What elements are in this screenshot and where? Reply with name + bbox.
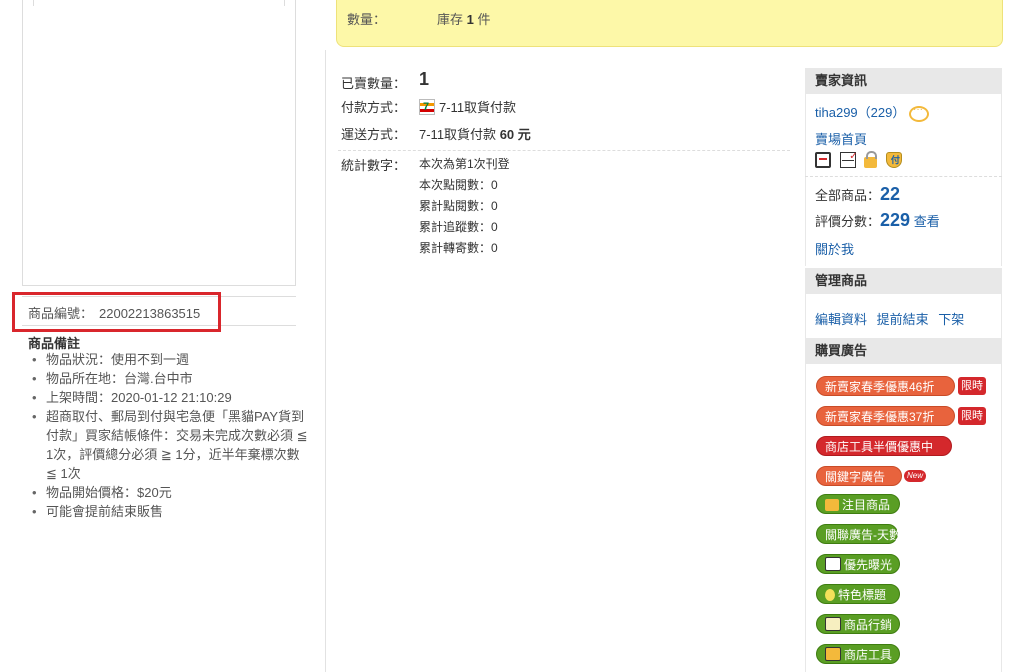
seller-badges: ✓ 付 xyxy=(815,151,907,169)
ad-button-keyword[interactable]: 關鍵字廣告 xyxy=(816,466,902,486)
shipping-value-wrap: 7-11取貨付款 60 元 xyxy=(419,124,531,143)
payment-value-wrap: 7 7-11取貨付款 xyxy=(419,97,516,116)
shield-icon[interactable]: 付 xyxy=(885,151,902,168)
total-items-row: 全部商品：22 xyxy=(815,184,900,205)
stats-item: 累計點閱數：0 xyxy=(419,199,498,213)
score-label: 評價分數： xyxy=(815,214,881,229)
new-tag: New xyxy=(904,470,927,482)
ad-button-label: 注目商品 xyxy=(842,498,891,512)
quantity-label: 數量： xyxy=(347,12,387,27)
divider xyxy=(805,176,1002,177)
end-early-link[interactable]: 提前結束 xyxy=(877,312,929,327)
seller-rating[interactable]: （229） xyxy=(858,105,906,120)
toolbox-icon xyxy=(825,647,841,661)
payment-label: 付款方式： xyxy=(341,100,407,115)
product-notes-list: 物品狀況：使用不到一週 物品所在地：台灣.台中市 上架時間：2020-01-12… xyxy=(30,350,308,521)
shipping-value: 7-11取貨付款 xyxy=(419,127,497,142)
sold-label: 已賣數量： xyxy=(341,76,407,91)
stats-item: 本次為第1次刊登 xyxy=(419,157,510,171)
ad-button-label: 優先曝光 xyxy=(844,558,893,572)
ad-button-related-days[interactable]: 關聯廣告-天數 xyxy=(816,524,901,544)
total-items-label: 全部商品： xyxy=(815,188,881,203)
seller-header: 賣家資訊 xyxy=(805,68,1002,94)
seven-eleven-icon: 7 xyxy=(419,99,435,115)
stats-item: 本次點閱數：0 xyxy=(419,178,498,192)
ads-header: 購買廣告 xyxy=(805,338,1002,364)
score-value[interactable]: 229 xyxy=(880,210,910,230)
lightbulb-icon xyxy=(825,589,835,601)
product-image-frame xyxy=(22,0,296,286)
manage-header: 管理商品 xyxy=(805,268,1002,294)
about-me-link[interactable]: 關於我 xyxy=(815,239,854,258)
list-item: 可能會提前結束販售 xyxy=(32,502,308,521)
quantity-box: 數量： 庫存 1 件 xyxy=(336,0,1003,47)
ad-button-label: 商店工具 xyxy=(844,648,893,662)
highlight-box xyxy=(12,292,221,332)
ad-button-featured-title[interactable]: 特色標題 xyxy=(816,584,900,604)
score-row: 評價分數：229 查看 xyxy=(815,210,940,231)
column-divider xyxy=(325,50,326,672)
divider xyxy=(338,150,790,151)
stats-label: 統計數字： xyxy=(341,158,407,173)
stock-num: 1 xyxy=(466,12,474,27)
chat-icon[interactable] xyxy=(908,104,929,122)
shipping-unit: 元 xyxy=(517,127,531,142)
ad-button-label: 特色標題 xyxy=(838,588,887,602)
ad-button-store-tools[interactable]: 商店工具 xyxy=(816,644,900,664)
ad-button-spring-37[interactable]: 新賣家春季優惠37折 xyxy=(816,406,955,426)
ad-button-label: 商品行銷 xyxy=(844,618,893,632)
view-rating-link[interactable]: 查看 xyxy=(914,214,940,229)
store-home-link[interactable]: 賣場首頁 xyxy=(815,129,867,148)
total-items-value[interactable]: 22 xyxy=(880,184,900,204)
delist-link[interactable]: 下架 xyxy=(938,312,964,327)
limited-tag: 限時 xyxy=(958,407,986,425)
ad-button-marketing[interactable]: 商品行銷 xyxy=(816,614,900,634)
list-item: 物品狀況：使用不到一週 xyxy=(32,350,308,369)
stock-text: 庫存 1 件 xyxy=(437,9,491,28)
list-item: 物品所在地：台灣.台中市 xyxy=(32,369,308,388)
ad-button-priority-exposure[interactable]: 優先曝光 xyxy=(816,554,900,574)
seller-name-row: tiha299（229） xyxy=(815,102,929,122)
sold-value: 1 xyxy=(419,69,430,89)
stock-unit: 件 xyxy=(477,12,491,27)
seller-name-link[interactable]: tiha299 xyxy=(815,105,858,120)
stats-list: 本次為第1次刊登 本次點閱數：0 累計點閱數：0 累計追蹤數：0 累計轉寄數：0 xyxy=(419,154,510,259)
id-verified-icon[interactable] xyxy=(815,151,831,168)
stats-item: 累計追蹤數：0 xyxy=(419,220,498,234)
payment-value: 7-11取貨付款 xyxy=(439,100,517,115)
ad-button-featured[interactable]: 注目商品 xyxy=(816,494,900,514)
manage-links: 編輯資料 提前結束 下架 xyxy=(815,309,964,328)
shipping-fee: 60 xyxy=(499,127,515,142)
limited-tag: 限時 xyxy=(958,377,986,395)
ad-button-store-tools-half[interactable]: 商店工具半價優惠中 xyxy=(816,436,952,456)
star-icon xyxy=(825,499,839,511)
lock-icon[interactable] xyxy=(864,151,878,169)
list-item: 上架時間：2020-01-12 21:10:29 xyxy=(32,388,308,407)
stats-item: 累計轉寄數：0 xyxy=(419,241,498,255)
list-item: 超商取付、郵局到付與宅急便「黑貓PAY貨到付款」買家結帳條件：交易未完成次數必須… xyxy=(32,407,308,483)
monitor-icon xyxy=(825,557,841,571)
email-verified-icon[interactable]: ✓ xyxy=(839,151,858,168)
shipping-label: 運送方式： xyxy=(341,127,407,142)
ad-button-spring-46[interactable]: 新賣家春季優惠46折 xyxy=(816,376,955,396)
edit-link[interactable]: 編輯資料 xyxy=(815,312,867,327)
stock-prefix: 庫存 xyxy=(437,12,464,27)
list-item: 物品開始價格：$20元 xyxy=(32,483,308,502)
bag-icon xyxy=(825,617,841,631)
